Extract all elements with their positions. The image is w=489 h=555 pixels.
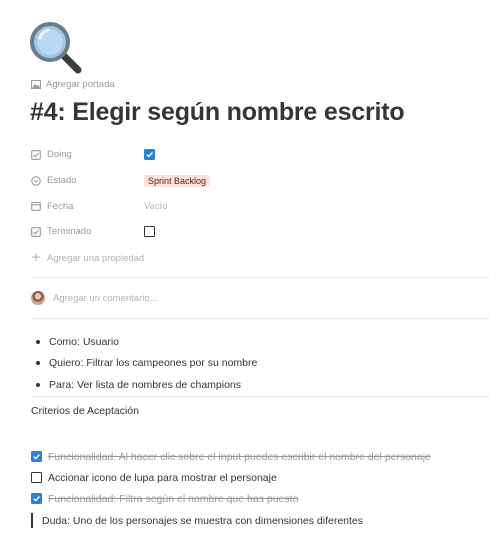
property-label: Doing <box>47 149 72 161</box>
doing-checkbox[interactable] <box>144 149 155 161</box>
bullet-icon <box>36 361 40 366</box>
add-cover-button[interactable]: Agregar portada <box>31 79 115 90</box>
todo-text: Funcionalidad: Al hacer clic sobre el in… <box>48 450 431 463</box>
quote-block[interactable]: Duda: Uno de los personajes se muestra c… <box>31 512 363 529</box>
magnifying-glass-icon[interactable] <box>28 20 84 76</box>
quote-bar <box>31 513 33 528</box>
add-property-button[interactable]: Agregar una propiedad <box>31 246 471 271</box>
bullet-icon <box>36 382 40 387</box>
todo-item[interactable]: Funcionalidad: Filtra según el nombre qu… <box>31 488 431 509</box>
section-heading[interactable]: Criterios de Aceptación <box>31 405 139 417</box>
bulleted-list: Como: Usuario Quiero: Filtrar los campeo… <box>33 331 257 396</box>
list-item[interactable]: Para: Ver lista de nombres de champions <box>33 374 257 396</box>
terminado-checkbox[interactable] <box>144 226 155 238</box>
comment-placeholder: Agregar un comentario... <box>53 292 158 304</box>
todo-text: Accionar icono de lupa para mostrar el p… <box>48 471 277 484</box>
plus-icon <box>31 252 41 265</box>
todo-text: Funcionalidad: Filtra según el nombre qu… <box>48 492 299 505</box>
property-label: Estado <box>47 175 77 187</box>
date-value[interactable]: Vacío <box>144 201 168 212</box>
property-label: Fecha <box>47 200 74 212</box>
calendar-prop-icon <box>31 201 41 212</box>
property-fecha[interactable]: Fecha Vacío <box>31 193 471 219</box>
todo-checkbox[interactable] <box>31 472 42 484</box>
checkbox-prop-icon <box>31 149 41 160</box>
add-property-label: Agregar una propiedad <box>47 252 145 264</box>
todo-checkbox[interactable] <box>31 451 42 463</box>
property-label: Terminado <box>47 226 92 238</box>
image-icon <box>31 80 41 89</box>
comment-input[interactable]: Agregar un comentario... <box>31 291 158 305</box>
add-cover-label: Agregar portada <box>46 79 115 90</box>
todo-item[interactable]: Funcionalidad: Al hacer clic sobre el in… <box>31 446 431 467</box>
todo-checkbox[interactable] <box>31 493 42 505</box>
properties-list: Doing Estado Sprint Backlog Fecha Vacío <box>31 142 471 271</box>
checkbox-prop-icon <box>31 227 41 237</box>
bullet-icon <box>36 339 40 344</box>
list-item[interactable]: Quiero: Filtrar los campeones por su nom… <box>33 353 257 375</box>
property-terminado[interactable]: Terminado <box>31 219 471 245</box>
divider <box>31 396 489 397</box>
page-title[interactable]: #4: Elegir según nombre escrito <box>30 98 405 127</box>
todo-list: Funcionalidad: Al hacer clic sobre el in… <box>31 446 431 510</box>
status-badge[interactable]: Sprint Backlog <box>144 174 211 187</box>
list-item[interactable]: Como: Usuario <box>33 331 257 353</box>
property-doing[interactable]: Doing <box>31 142 471 168</box>
todo-item[interactable]: Accionar icono de lupa para mostrar el p… <box>31 467 431 488</box>
divider <box>31 318 489 319</box>
divider <box>31 277 489 278</box>
status-prop-icon <box>31 175 41 186</box>
avatar <box>31 291 45 305</box>
quote-text: Duda: Uno de los personajes se muestra c… <box>42 514 364 527</box>
property-estado[interactable]: Estado Sprint Backlog <box>31 168 471 194</box>
